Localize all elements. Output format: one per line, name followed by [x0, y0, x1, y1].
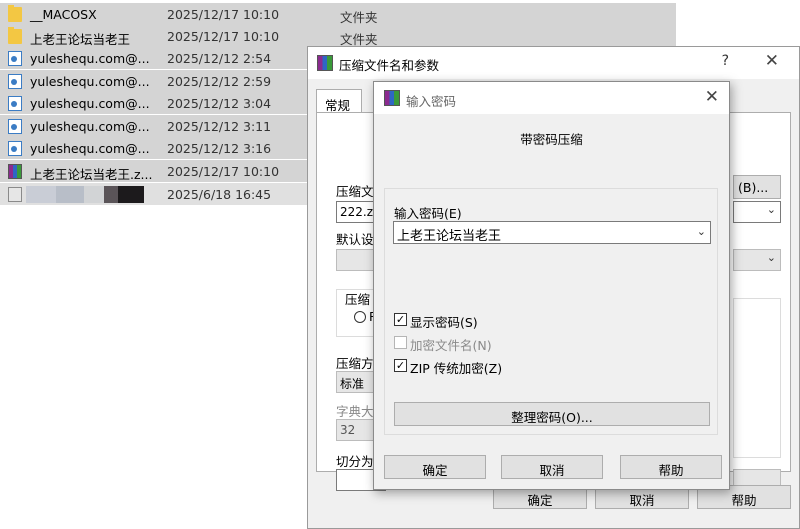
browse-button[interactable]: (B)... [733, 175, 781, 199]
file-date: 2025/12/12 3:16 [167, 141, 272, 156]
document-icon [8, 74, 22, 89]
close-icon[interactable]: ✕ [765, 51, 779, 71]
show-password-label[interactable]: 显示密码(S) [410, 312, 478, 331]
encrypt-filenames-label[interactable]: 加密文件名(N) [410, 335, 492, 354]
method-label: 压缩方 [336, 356, 374, 371]
file-name: 上老王论坛当老王.z... [30, 167, 153, 182]
folder-icon [8, 27, 22, 44]
document-icon [8, 141, 22, 156]
folder-icon [8, 5, 22, 22]
document-icon [8, 96, 22, 111]
blurred-name [104, 186, 118, 203]
archive-dialog-titlebar[interactable]: 压缩文件名和参数 ? ✕ [308, 47, 799, 79]
password-dialog-titlebar[interactable]: 输入密码 ✕ [374, 82, 729, 114]
cancel-button[interactable]: 取消 [501, 455, 603, 479]
archive-name-label: 压缩文 [336, 184, 374, 199]
split-label: 切分为 [336, 454, 374, 469]
password-heading: 带密码压缩 [520, 132, 583, 147]
dictionary-size-label: 字典大 [336, 404, 374, 419]
file-type: 文件夹 [340, 10, 378, 25]
blurred-name [26, 186, 56, 203]
file-date: 2025/12/12 3:04 [167, 96, 272, 111]
file-date: 2025/12/17 10:10 [167, 164, 280, 179]
password-dialog-title: 输入密码 [406, 94, 457, 109]
zip-legacy-label[interactable]: ZIP 传统加密(Z) [410, 358, 502, 377]
file-name: yulesheq​u.com@... [30, 119, 150, 134]
password-value: 上老王论坛当老王 [397, 229, 502, 244]
help-icon[interactable]: ? [722, 53, 729, 69]
settings-dropdown[interactable]: ⌄ [733, 249, 781, 271]
file-name: yulesheq​u.com@... [30, 74, 150, 89]
password-input[interactable]: 上老王论坛当老王 ⌄ [393, 221, 711, 244]
format-radio[interactable] [354, 311, 366, 323]
tab-general[interactable]: 常规 [316, 89, 362, 113]
archive-icon [8, 164, 22, 179]
file-date: 2025/12/17 10:10 [167, 7, 280, 22]
file-date: 2025/12/12 2:59 [167, 74, 272, 89]
file-row[interactable]: 上老王论坛当老王 2025/12/17 10:10 文件夹 [0, 25, 676, 47]
chevron-down-icon[interactable]: ⌄ [697, 225, 706, 238]
default-settings-label: 默认设 [336, 232, 374, 247]
close-icon[interactable]: ✕ [705, 87, 719, 107]
winrar-icon [384, 90, 400, 106]
blurred-name [56, 186, 84, 203]
blurred-name [118, 186, 144, 203]
archive-dialog-title: 压缩文件名和参数 [339, 58, 440, 73]
archive-name-dropdown[interactable]: ⌄ [733, 201, 781, 223]
zip-legacy-checkbox[interactable]: ✓ [394, 359, 407, 372]
winrar-icon [317, 55, 333, 71]
options-group [733, 298, 781, 458]
help-button[interactable]: 帮助 [620, 455, 722, 479]
password-dialog: 输入密码 ✕ 带密码压缩 输入密码(E) 上老王论坛当老王 ⌄ ✓ 显示密码(S… [373, 81, 730, 490]
file-name: __MACOSX [30, 7, 97, 22]
chevron-down-icon: ⌄ [766, 251, 776, 264]
password-label: 输入密码(E) [394, 206, 462, 221]
file-row[interactable]: __MACOSX 2025/12/17 10:10 文件夹 [0, 3, 676, 25]
format-group-label: 压缩 [345, 292, 371, 307]
show-password-checkbox[interactable]: ✓ [394, 313, 407, 326]
file-name: 上老王论坛当老王 [30, 32, 131, 47]
organize-passwords-button[interactable]: 整理密码(O)... [394, 402, 710, 426]
file-date: 2025/6/18 16:45 [167, 187, 272, 202]
file-date: 2025/12/17 10:10 [167, 29, 280, 44]
ok-button[interactable]: 确定 [384, 455, 486, 479]
file-name: yulesheq​u.com@... [30, 51, 150, 66]
chevron-down-icon: ⌄ [766, 203, 776, 216]
text-file-icon [8, 187, 22, 202]
file-name: yulesheq​u.com@... [30, 96, 150, 111]
file-date: 2025/12/12 3:11 [167, 119, 272, 134]
encrypt-filenames-checkbox[interactable] [394, 336, 407, 349]
file-name: yulesheq​u.com@... [30, 141, 150, 156]
document-icon [8, 119, 22, 134]
document-icon [8, 51, 22, 66]
file-date: 2025/12/12 2:54 [167, 51, 272, 66]
blurred-name [84, 186, 104, 203]
